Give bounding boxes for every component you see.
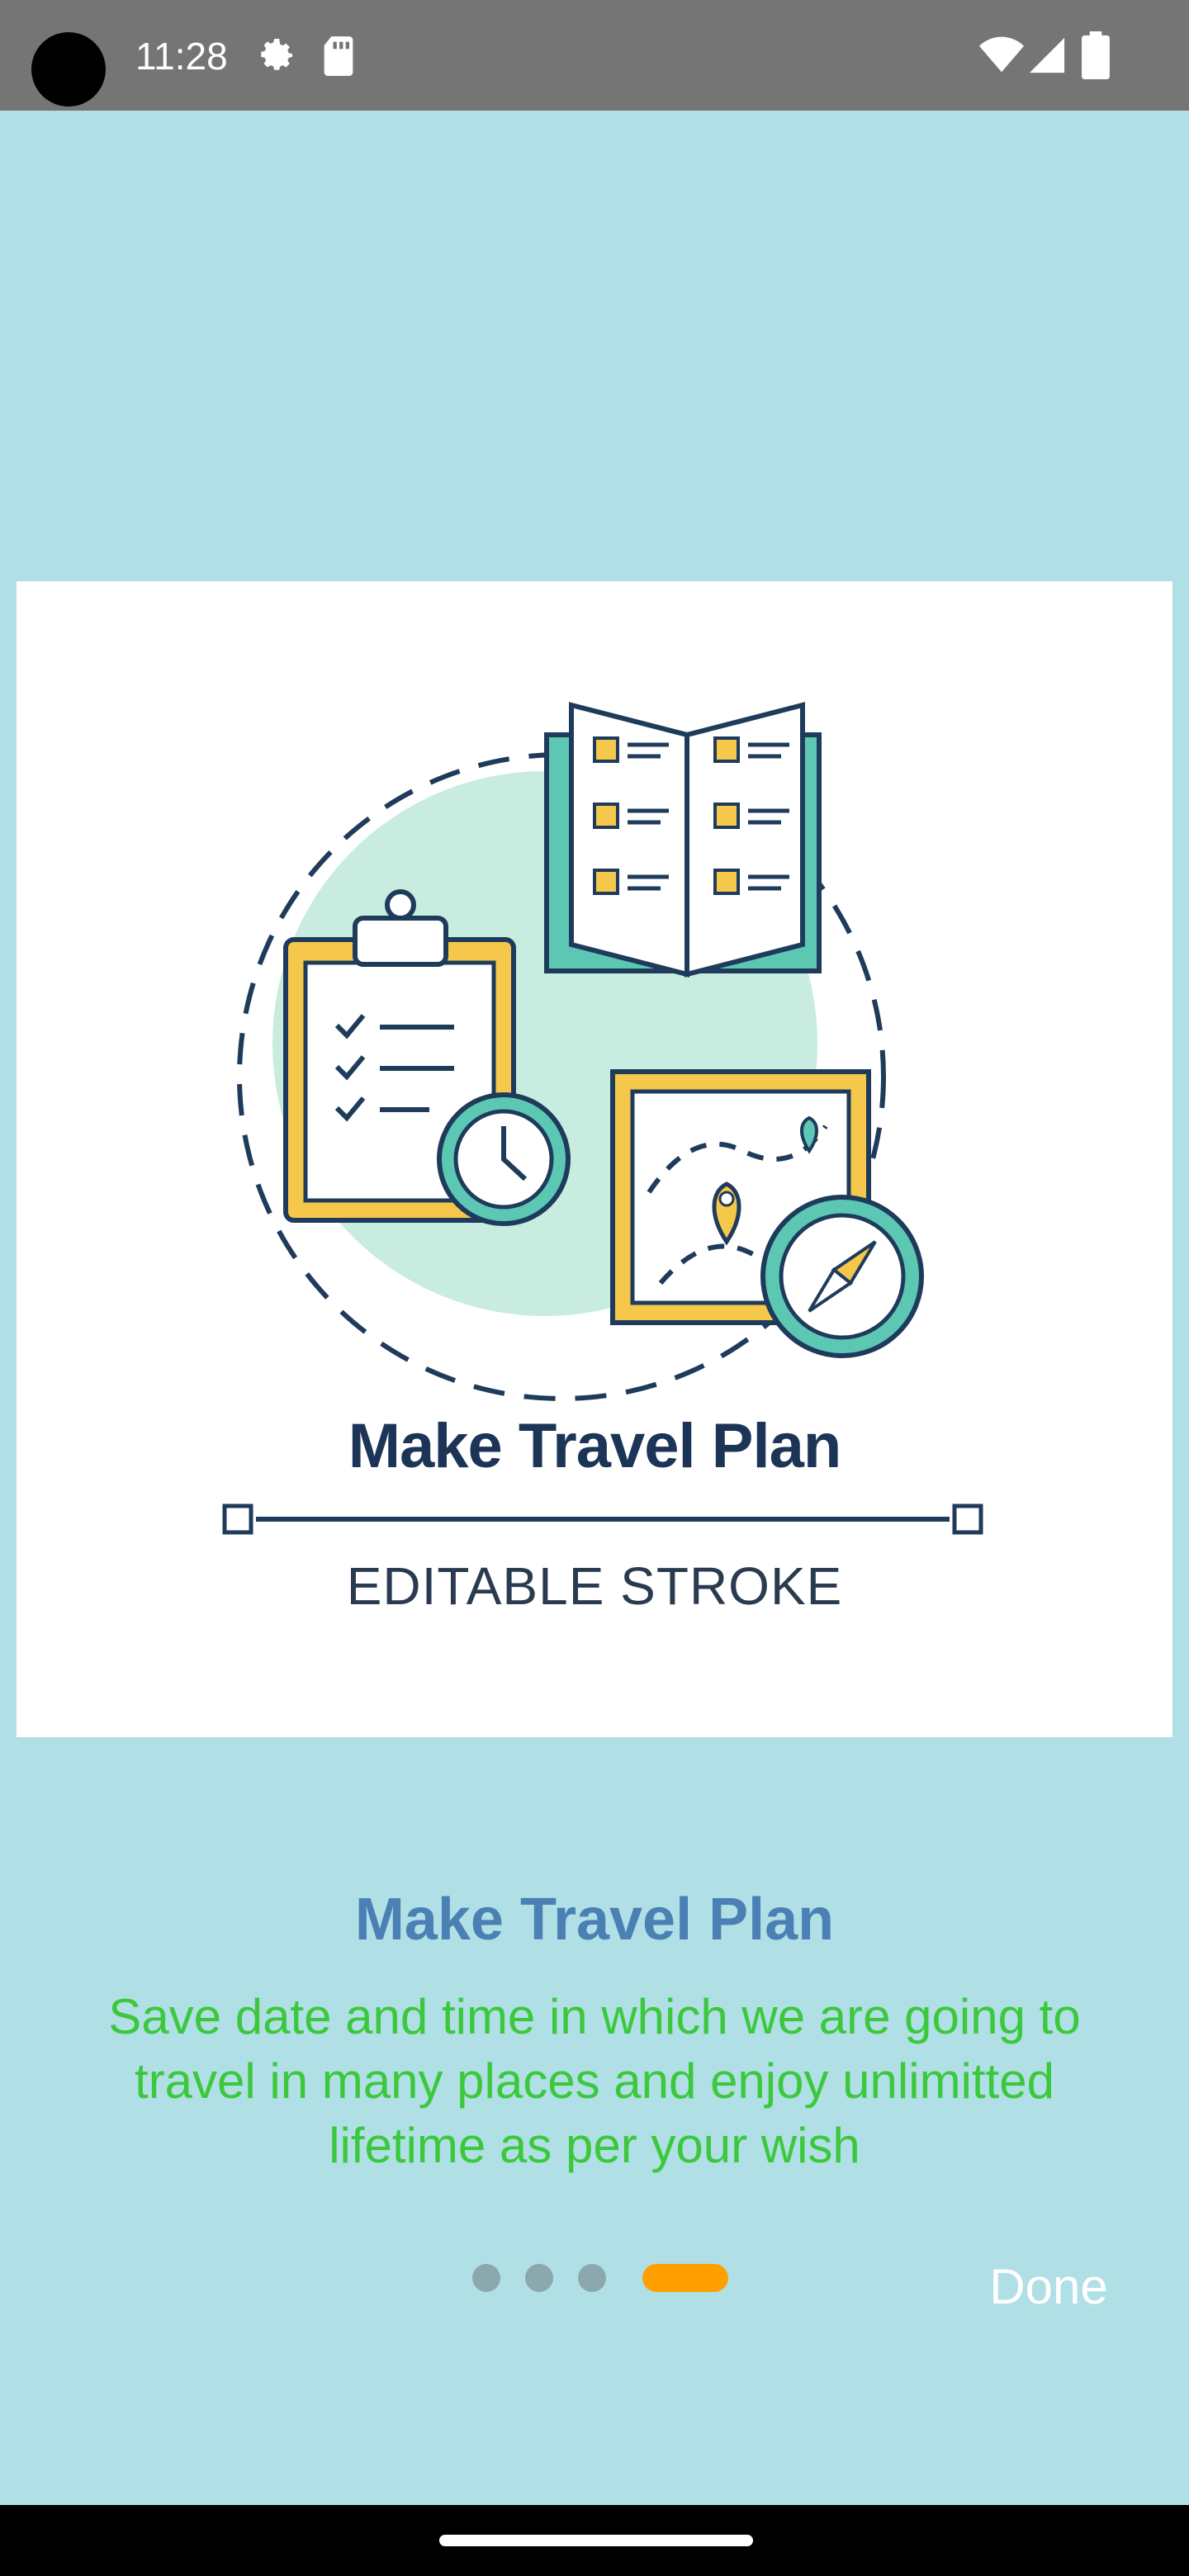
settings-gear-icon <box>261 39 293 70</box>
sd-card-icon <box>324 36 353 76</box>
compass-icon <box>760 1195 924 1358</box>
camera-cutout <box>31 32 106 107</box>
open-map-book-icon <box>544 702 822 978</box>
status-bar: 11:28 <box>0 0 1189 111</box>
slide-description: Save date and time in which we are going… <box>108 1989 1081 2173</box>
done-button[interactable]: Done <box>974 2254 1123 2320</box>
clock-icon <box>437 1092 571 1226</box>
illustration-title: Make Travel Plan <box>348 1411 842 1481</box>
page-dot-4-active[interactable] <box>642 2264 728 2292</box>
page-dot-1[interactable] <box>472 2264 500 2292</box>
editable-stroke-divider <box>222 1503 983 1535</box>
cell-signal-icon <box>1029 37 1065 73</box>
page-dot-2[interactable] <box>525 2264 553 2292</box>
home-gesture-handle[interactable] <box>439 2535 753 2546</box>
battery-icon <box>1082 31 1110 79</box>
page-dot-3[interactable] <box>578 2264 606 2292</box>
page-indicator <box>472 2263 728 2293</box>
wifi-icon <box>979 36 1024 73</box>
status-time: 11:28 <box>135 35 228 78</box>
hero-illustration: Make Travel Plan EDITABLE STROKE <box>17 581 1172 1737</box>
slide-title: Make Travel Plan <box>354 1887 835 1953</box>
illustration-subtitle: EDITABLE STROKE <box>346 1556 843 1616</box>
system-navigation-bar <box>0 2505 1189 2576</box>
onboarding-page: Make Travel Plan EDITABLE STROKE Make Tr… <box>0 111 1189 2505</box>
